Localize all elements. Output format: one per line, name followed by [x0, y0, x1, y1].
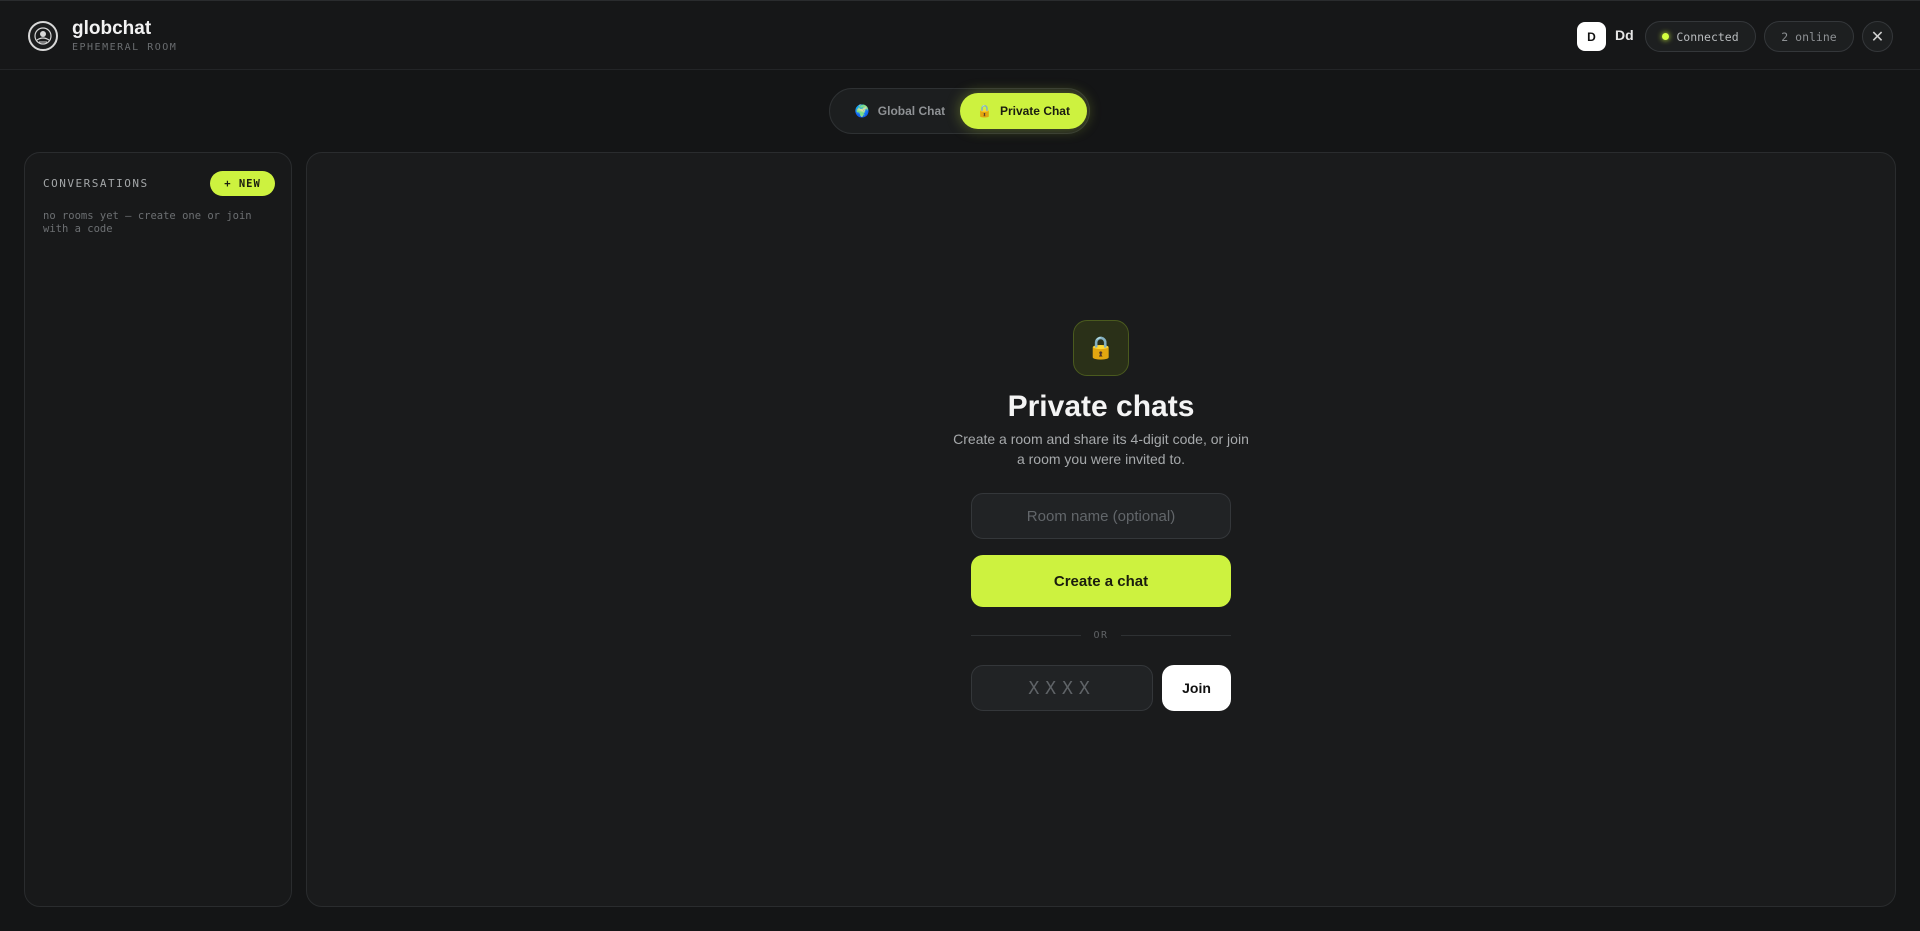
- status-dot-icon: [1662, 33, 1670, 40]
- close-button[interactable]: ✕: [1862, 21, 1893, 52]
- tab-global-chat[interactable]: 🌍 Global Chat: [838, 93, 962, 129]
- page-title: Private chats: [1007, 390, 1195, 423]
- chat-mode-tabs: 🌍 Global Chat 🔒 Private Chat: [829, 88, 1090, 134]
- lock-icon: 🔒: [1073, 320, 1129, 376]
- or-divider: OR: [971, 628, 1232, 642]
- room-name-input[interactable]: [971, 493, 1231, 539]
- avatar[interactable]: D: [1577, 22, 1606, 51]
- brand-name: globchat: [72, 18, 152, 39]
- lock-icon: 🔒: [977, 104, 992, 118]
- connection-status-badge: Connected: [1645, 21, 1756, 52]
- sidebar-title: CONVERSATIONS: [43, 177, 149, 190]
- empty-conversations-text: no rooms yet — create one or join with a…: [43, 210, 252, 235]
- create-chat-button[interactable]: Create a chat: [971, 555, 1231, 607]
- online-count-label: 2 online: [1781, 29, 1837, 44]
- new-conversation-button[interactable]: + NEW: [210, 171, 275, 196]
- tab-global-chat-label: Global Chat: [877, 104, 946, 118]
- join-button[interactable]: Join: [1162, 665, 1231, 711]
- page-description: Create a room and share its 4-digit code…: [953, 431, 1249, 467]
- connection-status-label: Connected: [1676, 29, 1739, 44]
- or-label: OR: [1093, 629, 1109, 641]
- conversations-sidebar: CONVERSATIONS + NEW no rooms yet — creat…: [24, 152, 292, 907]
- globe-icon: 🌍: [854, 104, 870, 118]
- brand-subtitle: EPHEMERAL ROOM: [72, 42, 178, 53]
- room-code-input[interactable]: [971, 665, 1153, 711]
- app-header: globchat EPHEMERAL ROOM D Dd Connected 2…: [0, 0, 1920, 70]
- online-count-badge: 2 online: [1764, 21, 1854, 52]
- globe-emblem-icon: [28, 21, 58, 51]
- divider-line: [1120, 634, 1232, 636]
- tab-private-chat-label: Private Chat: [999, 104, 1070, 118]
- user-name: Dd: [1615, 27, 1634, 43]
- private-chat-panel: 🔒 Private chats Create a room and share …: [306, 152, 1896, 907]
- tab-private-chat[interactable]: 🔒 Private Chat: [960, 93, 1087, 129]
- close-icon: ✕: [1870, 28, 1885, 46]
- divider-line: [971, 634, 1082, 636]
